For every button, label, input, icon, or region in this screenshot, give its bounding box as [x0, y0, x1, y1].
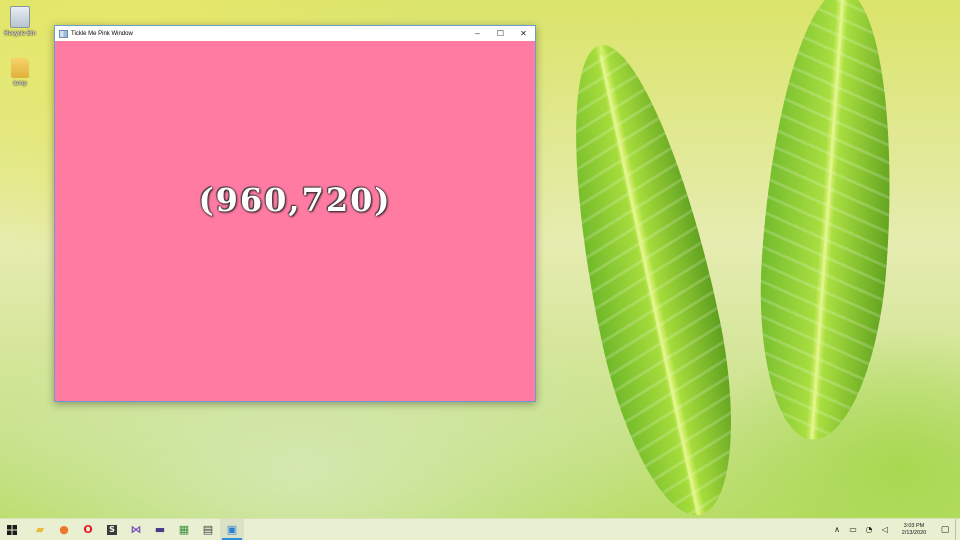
close-button[interactable]: ✕ [512, 26, 535, 41]
terminal-icon: ▬ [154, 523, 166, 536]
window-app-icon [59, 29, 68, 38]
show-hidden-icons-chevron-icon[interactable]: ∧ [829, 525, 845, 534]
window-titlebar[interactable]: Tickle Me Pink Window – ☐ ✕ [55, 26, 535, 41]
taskbar-opera[interactable]: O [76, 519, 100, 540]
window-title: Tickle Me Pink Window [71, 30, 133, 37]
sublime-text-icon: S [107, 524, 117, 535]
maximize-button[interactable]: ☐ [489, 26, 512, 41]
temp-folder-desktop-icon[interactable]: temp [0, 58, 40, 87]
temp-folder-label: temp [13, 81, 27, 87]
taskbar-terminal[interactable]: ▬ [148, 519, 172, 540]
show-desktop-button[interactable] [955, 519, 960, 540]
recycle-bin-desktop-icon[interactable]: Recycle Bin [0, 6, 40, 37]
visual-studio-icon: ⋈ [130, 523, 142, 536]
taskbar: ▰ ● O S ⋈ ▬ ▦ ▤ ▣ ∧ ▭ ◔ ◁ 3:03 PM 2/13/2… [0, 518, 960, 540]
network-icon[interactable]: ◔ [861, 525, 877, 534]
calculator-icon: ▤ [202, 523, 214, 536]
taskbar-tickle-me-pink-app[interactable]: ▣ [220, 519, 244, 540]
taskbar-sublime-text[interactable]: S [100, 519, 124, 540]
clock-date: 2/13/2020 [901, 529, 927, 536]
action-center-icon[interactable]: ▢ [935, 525, 955, 535]
resolution-text: (960,720) [198, 181, 392, 219]
windows-start-icon [7, 524, 17, 535]
battery-icon[interactable]: ▭ [845, 525, 861, 534]
volume-icon[interactable]: ◁ [877, 525, 893, 534]
paint-icon: ▦ [178, 523, 190, 536]
clock-time: 3:03 PM [903, 522, 925, 529]
minimize-button[interactable]: – [466, 26, 489, 41]
taskbar-clock[interactable]: 3:03 PM 2/13/2020 [893, 523, 935, 537]
app-window-icon: ▣ [226, 523, 238, 536]
app-window[interactable]: Tickle Me Pink Window – ☐ ✕ (960,720) [54, 25, 536, 402]
taskbar-paint[interactable]: ▦ [172, 519, 196, 540]
recycle-bin-icon [10, 6, 30, 28]
folder-icon [11, 58, 29, 78]
taskbar-calculator[interactable]: ▤ [196, 519, 220, 540]
taskbar-firefox[interactable]: ● [52, 519, 76, 540]
window-client-area[interactable]: (960,720) [55, 41, 535, 401]
taskbar-file-explorer[interactable]: ▰ [28, 519, 52, 540]
start-button[interactable] [0, 519, 24, 540]
opera-icon: O [83, 523, 93, 536]
file-explorer-icon: ▰ [35, 523, 45, 536]
system-tray: ∧ ▭ ◔ ◁ 3:03 PM 2/13/2020 ▢ [829, 519, 960, 540]
taskbar-visual-studio[interactable]: ⋈ [124, 519, 148, 540]
recycle-bin-label: Recycle Bin [4, 31, 36, 37]
firefox-icon: ● [59, 523, 69, 536]
